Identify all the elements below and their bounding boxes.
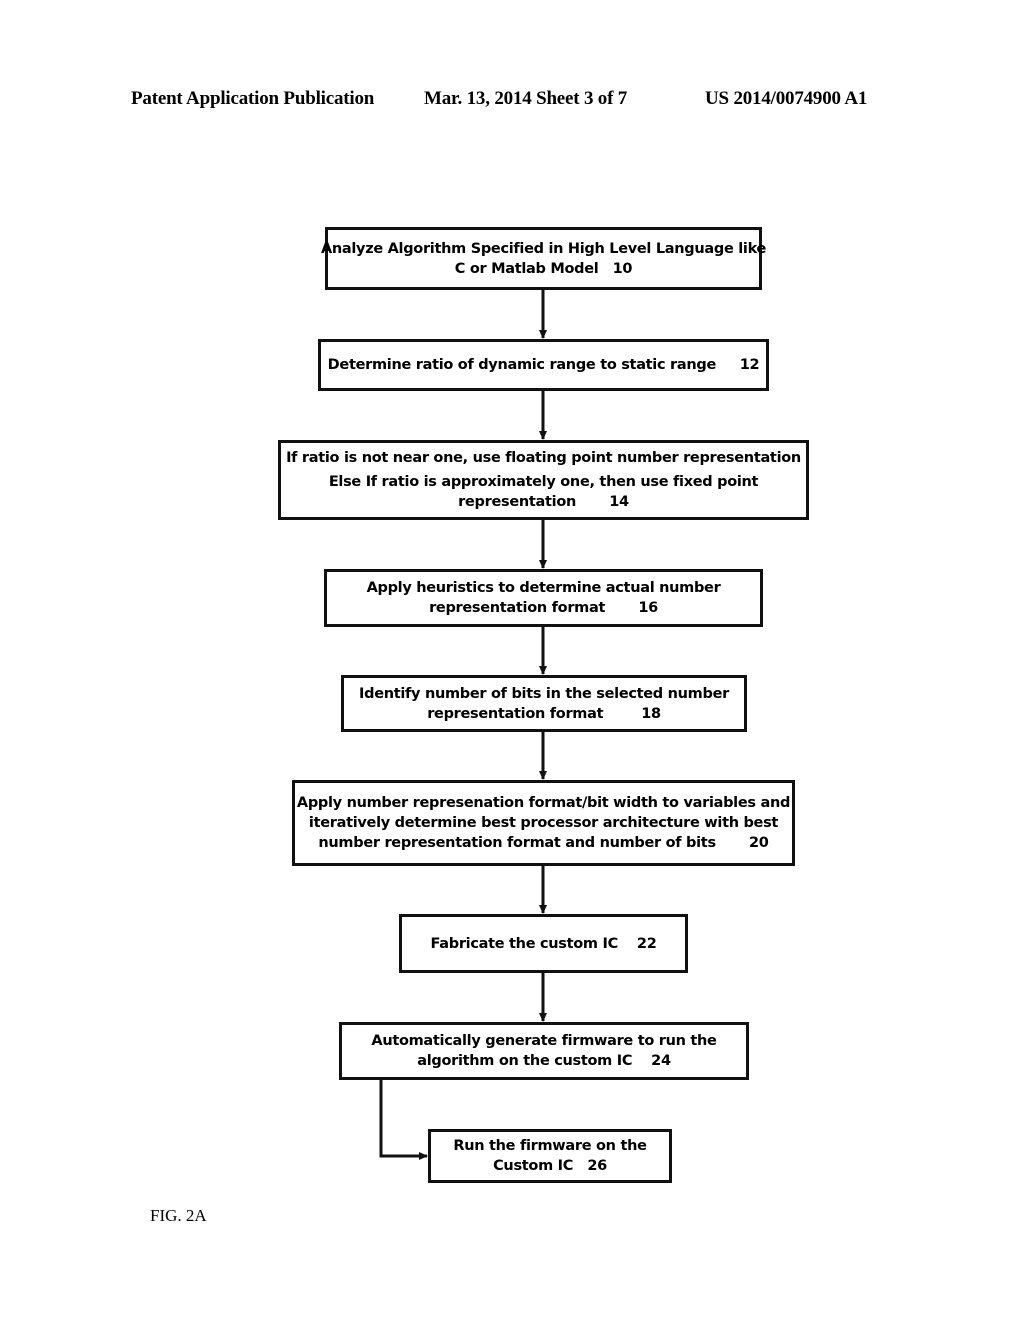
step-22-fabricate-ic: Fabricate the custom IC 22: [399, 914, 688, 973]
step-14-line-1: If ratio is not near one, use floating p…: [286, 450, 801, 466]
step-24-generate-firmware: Automatically generate firmware to run t…: [339, 1022, 749, 1080]
figure-label: FIG. 2A: [150, 1206, 207, 1225]
step-18-line-1: Identify number of bits in the selected …: [359, 685, 729, 702]
step-16-apply-heuristics: Apply heuristics to determine actual num…: [324, 569, 763, 627]
step-18-identify-bits: Identify number of bits in the selected …: [341, 675, 747, 732]
step-18-line-2: representation format 18: [427, 705, 661, 722]
step-26-line-1: Run the firmware on the: [453, 1138, 647, 1154]
flow-arrows: [379, 289, 547, 1160]
step-16-line-1: Apply heuristics to determine actual num…: [366, 580, 721, 596]
step-20-line-2: iteratively determine best processor arc…: [308, 815, 779, 831]
arrow-24-to-26: [379, 1079, 428, 1160]
step-16-line-2: representation format 16: [429, 600, 658, 616]
step-10-line-2: C or Matlab Model 10: [454, 260, 633, 277]
step-26-line-2: Custom IC 26: [493, 1158, 607, 1174]
step-20-line-1: Apply number represenation format/bit wi…: [296, 795, 791, 811]
step-12-determine-ratio: Determine ratio of dynamic range to stat…: [318, 339, 769, 391]
step-10-analyze-algorithm: Analyze Algorithm Specified in High Leve…: [321, 227, 766, 290]
step-24-line-1: Automatically generate firmware to run t…: [371, 1033, 717, 1049]
step-20-line-3: number representation format and number …: [318, 835, 769, 851]
step-14-choose-representation: If ratio is not near one, use floating p…: [278, 440, 809, 520]
step-26-run-firmware: Run the firmware on the Custom IC 26: [428, 1129, 672, 1183]
step-24-line-2: algorithm on the custom IC 24: [417, 1053, 671, 1069]
step-22-line-1: Fabricate the custom IC 22: [430, 935, 657, 952]
step-14-line-3: representation 14: [458, 494, 629, 510]
step-14-line-2: Else If ratio is approximately one, then…: [328, 474, 759, 490]
step-12-line-1: Determine ratio of dynamic range to stat…: [327, 357, 760, 373]
step-20-apply-format: Apply number represenation format/bit wi…: [292, 780, 795, 866]
step-10-line-1: Analyze Algorithm Specified in High Leve…: [320, 240, 767, 257]
